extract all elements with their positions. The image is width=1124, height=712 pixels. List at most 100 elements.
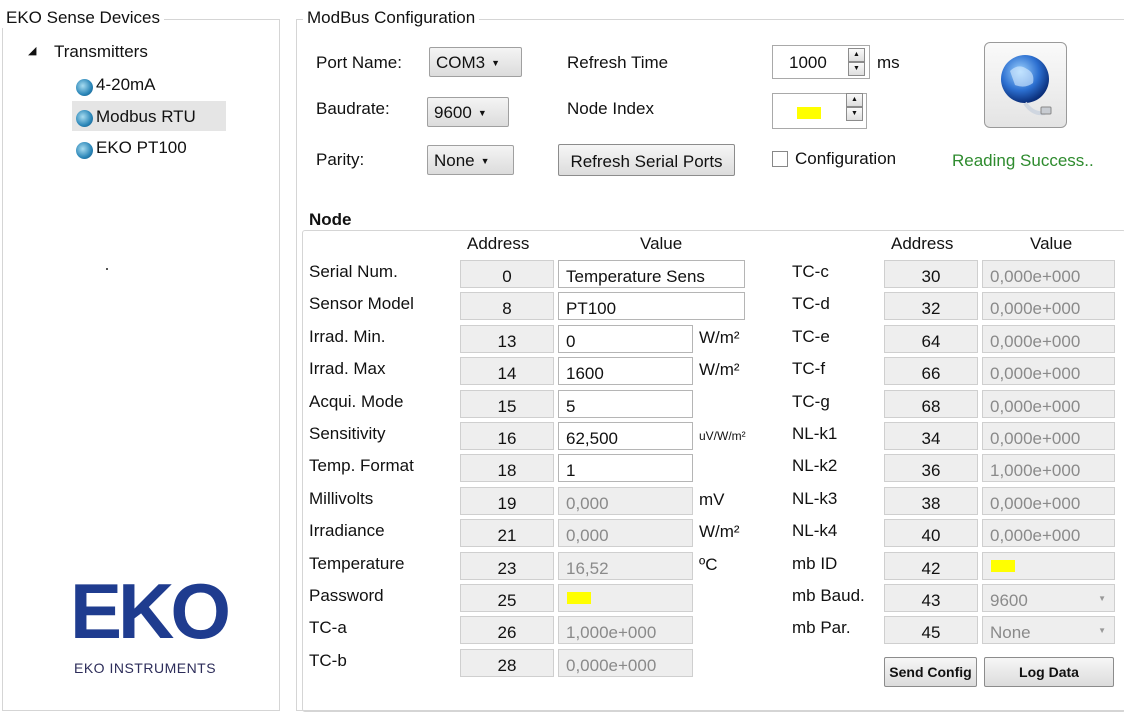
- refresh-serial-ports-button[interactable]: Refresh Serial Ports: [558, 144, 735, 176]
- param-label: NL-k4: [792, 521, 838, 540]
- param-value-field[interactable]: 0,000e+000: [982, 519, 1115, 547]
- param-address: 28: [460, 649, 554, 677]
- baudrate-label: Baudrate:: [316, 99, 390, 118]
- param-value-field[interactable]: Temperature Sens: [558, 260, 745, 288]
- param-label: TC-a: [309, 618, 347, 637]
- node-index-stepper[interactable]: ▲ ▼: [846, 93, 863, 121]
- param-label: Password: [309, 586, 384, 605]
- parity-value: None: [434, 151, 475, 170]
- param-value-field[interactable]: [982, 552, 1115, 580]
- param-label: Irradiance: [309, 521, 385, 540]
- param-unit: W/m²: [699, 360, 740, 379]
- param-address: 36: [884, 454, 978, 482]
- refresh-time-value: 1000: [789, 53, 827, 72]
- param-value-field[interactable]: 0: [558, 325, 693, 353]
- address-header-right: Address: [891, 234, 954, 253]
- param-label: Serial Num.: [309, 262, 398, 281]
- status-text: Reading Success..: [952, 151, 1094, 170]
- param-value-field[interactable]: 0,000e+000: [982, 260, 1115, 288]
- tree-item-label[interactable]: 4-20mA: [96, 75, 156, 95]
- spin-up-icon[interactable]: ▲: [846, 93, 863, 107]
- baudrate-value: 9600: [434, 103, 472, 122]
- param-value: 0,000e+000: [990, 267, 1081, 286]
- param-address: 43: [884, 584, 978, 612]
- connect-button[interactable]: [984, 42, 1067, 128]
- tree-root-transmitters[interactable]: Transmitters: [54, 42, 148, 62]
- port-name-select[interactable]: COM3 ▼: [429, 47, 522, 77]
- param-label: TC-e: [792, 327, 830, 346]
- param-value-field[interactable]: 1,000e+000: [558, 616, 693, 644]
- param-value-field[interactable]: 0,000e+000: [982, 292, 1115, 320]
- logo-text: EKO: [70, 567, 231, 655]
- param-address: 8: [460, 292, 554, 320]
- send-config-button[interactable]: Send Config: [884, 657, 977, 687]
- param-value-field[interactable]: 1600: [558, 357, 693, 385]
- param-value: 0,000: [566, 494, 609, 513]
- param-unit: W/m²: [699, 522, 740, 541]
- refresh-time-stepper[interactable]: ▲ ▼: [848, 48, 865, 76]
- param-unit: ºC: [699, 555, 718, 574]
- param-value: 16,52: [566, 559, 609, 578]
- param-value: 9600: [990, 591, 1028, 610]
- param-value-field[interactable]: 1: [558, 454, 693, 482]
- parity-label: Parity:: [316, 150, 365, 169]
- expand-arrow-icon[interactable]: ◢: [28, 44, 36, 57]
- param-address: 45: [884, 616, 978, 644]
- param-address: 26: [460, 616, 554, 644]
- device-icon: [76, 79, 93, 96]
- param-value: 0,000: [566, 526, 609, 545]
- param-label: NL-k1: [792, 424, 838, 443]
- param-label: Sensor Model: [309, 294, 414, 313]
- param-address: 32: [884, 292, 978, 320]
- spin-down-icon[interactable]: ▼: [848, 62, 865, 76]
- refresh-time-label: Refresh Time: [567, 53, 669, 72]
- param-value-field[interactable]: 5: [558, 390, 693, 418]
- param-value-select[interactable]: 9600 ▼: [982, 584, 1115, 612]
- param-label: mb Par.: [792, 618, 851, 637]
- value-highlight: [991, 560, 1015, 572]
- tree-item-label[interactable]: EKO PT100: [96, 138, 187, 158]
- param-value-select[interactable]: None ▼: [982, 616, 1115, 644]
- param-address: 21: [460, 519, 554, 547]
- log-data-button[interactable]: Log Data: [984, 657, 1114, 687]
- node-title: Node: [309, 210, 352, 229]
- param-value: 1600: [566, 364, 604, 383]
- param-address: 18: [460, 454, 554, 482]
- param-value-field[interactable]: 0,000e+000: [982, 357, 1115, 385]
- param-value-field[interactable]: PT100: [558, 292, 745, 320]
- tree-item-label[interactable]: Modbus RTU: [96, 107, 196, 127]
- param-value-field[interactable]: 62,500: [558, 422, 693, 450]
- param-value: 62,500: [566, 429, 618, 448]
- chevron-down-icon: ▼: [477, 108, 487, 118]
- baudrate-select[interactable]: 9600 ▼: [427, 97, 509, 127]
- spin-down-icon[interactable]: ▼: [846, 107, 863, 121]
- param-value-field[interactable]: 0,000e+000: [982, 422, 1115, 450]
- param-value-field[interactable]: 0,000: [558, 519, 693, 547]
- param-unit: W/m²: [699, 328, 740, 347]
- spin-up-icon[interactable]: ▲: [848, 48, 865, 62]
- param-value-field[interactable]: 0,000: [558, 487, 693, 515]
- param-value: PT100: [566, 299, 617, 318]
- param-value-field[interactable]: 0,000e+000: [982, 390, 1115, 418]
- param-value: 5: [566, 397, 576, 416]
- param-address: 13: [460, 325, 554, 353]
- param-value-field[interactable]: 1,000e+000: [982, 454, 1115, 482]
- param-label: TC-g: [792, 392, 830, 411]
- chevron-down-icon: ▼: [1098, 626, 1106, 635]
- param-value: 0,000e+000: [990, 299, 1081, 318]
- param-value-field[interactable]: 0,000e+000: [558, 649, 693, 677]
- param-value-field[interactable]: 16,52: [558, 552, 693, 580]
- param-label: mb ID: [792, 554, 838, 573]
- param-value-field[interactable]: [558, 584, 693, 612]
- parity-select[interactable]: None ▼: [427, 145, 514, 175]
- param-value-field[interactable]: 0,000e+000: [982, 487, 1115, 515]
- configuration-checkbox[interactable]: [772, 151, 788, 167]
- configuration-label[interactable]: Configuration: [795, 149, 896, 169]
- param-value-field[interactable]: 0,000e+000: [982, 325, 1115, 353]
- param-label: Temp. Format: [309, 456, 414, 475]
- modbus-groupbox-title: ModBus Configuration: [303, 8, 480, 28]
- param-address: 64: [884, 325, 978, 353]
- param-label: TC-f: [792, 359, 826, 378]
- param-value: None: [990, 623, 1031, 642]
- param-label: TC-b: [309, 651, 347, 670]
